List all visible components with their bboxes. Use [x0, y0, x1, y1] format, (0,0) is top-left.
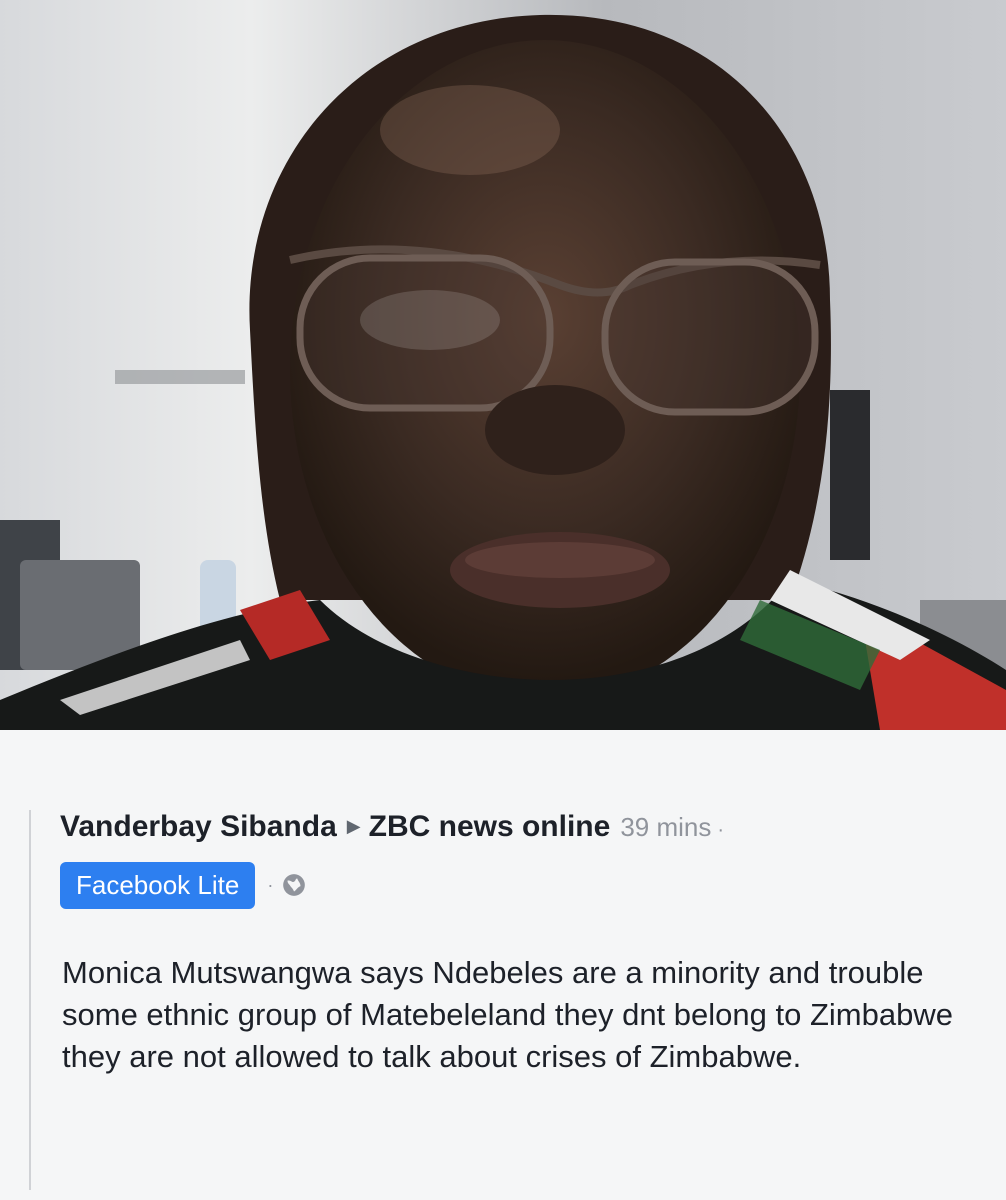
- screenshot: Vanderbay Sibanda ▶ ZBC news online 39 m…: [0, 0, 1006, 1200]
- post-meta: Facebook Lite ·: [60, 860, 307, 910]
- post-time[interactable]: 39 mins: [620, 812, 711, 843]
- right-triangle-icon: ▶: [346, 816, 361, 836]
- post-body: Monica Mutswangwa says Ndebeles are a mi…: [62, 955, 953, 1074]
- post-card: Vanderbay Sibanda ▶ ZBC news online 39 m…: [0, 730, 1006, 1200]
- globe-icon[interactable]: [281, 872, 307, 898]
- quote-rule: [29, 810, 31, 1190]
- separator-dot: ·: [717, 819, 725, 841]
- author-name[interactable]: Vanderbay Sibanda: [60, 810, 337, 844]
- app-badge[interactable]: Facebook Lite: [60, 861, 256, 909]
- post-photo[interactable]: [0, 0, 1006, 730]
- group-name[interactable]: ZBC news online: [369, 810, 611, 844]
- post-header: Vanderbay Sibanda ▶ ZBC news online 39 m…: [60, 810, 724, 854]
- separator-dot: ·: [267, 874, 274, 895]
